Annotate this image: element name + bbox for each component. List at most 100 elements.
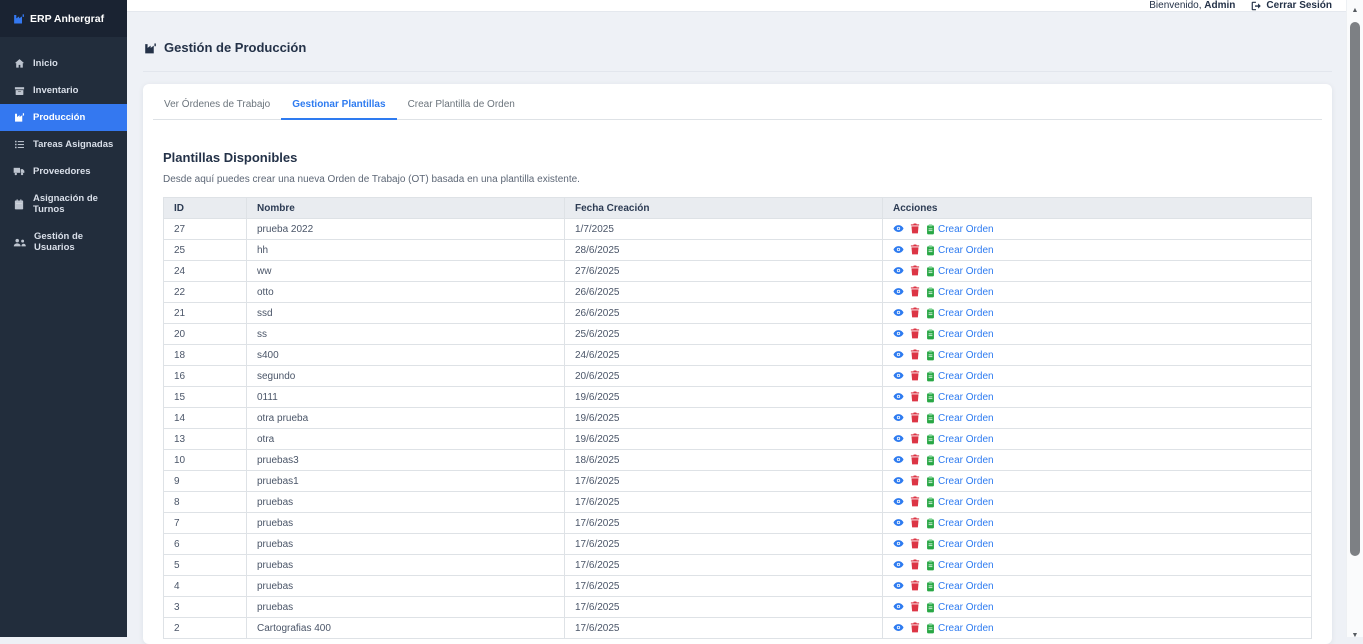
create-order-link[interactable]: Crear Orden	[926, 392, 994, 403]
create-order-link[interactable]: Crear Orden	[926, 266, 994, 277]
view-button[interactable]	[893, 432, 904, 447]
view-button[interactable]	[893, 306, 904, 321]
delete-button[interactable]	[910, 495, 920, 510]
view-button[interactable]	[893, 264, 904, 279]
eye-icon	[893, 453, 904, 468]
view-button[interactable]	[893, 411, 904, 426]
create-order-link[interactable]: Crear Orden	[926, 560, 994, 571]
delete-button[interactable]	[910, 243, 920, 258]
create-order-link[interactable]: Crear Orden	[926, 224, 994, 235]
delete-button[interactable]	[910, 390, 920, 405]
delete-button[interactable]	[910, 348, 920, 363]
sidebar-item-inicio[interactable]: Inicio	[0, 50, 127, 77]
sidebar-item-gestion-de-usuarios[interactable]: Gestión de Usuarios	[0, 223, 127, 261]
view-button[interactable]	[893, 558, 904, 573]
username: Admin	[1204, 0, 1235, 11]
create-order-link[interactable]: Crear Orden	[926, 371, 994, 382]
create-order-link[interactable]: Crear Orden	[926, 497, 994, 508]
cell-acciones: Crear Orden	[883, 450, 1312, 471]
tab-gestionar-plantillas[interactable]: Gestionar Plantillas	[281, 95, 396, 120]
view-button[interactable]	[893, 243, 904, 258]
create-order-link[interactable]: Crear Orden	[926, 350, 994, 361]
delete-button[interactable]	[910, 516, 920, 531]
create-order-link[interactable]: Crear Orden	[926, 455, 994, 466]
cell-nombre: hh	[247, 240, 565, 261]
delete-button[interactable]	[910, 600, 920, 615]
sidebar-item-proveedores[interactable]: Proveedores	[0, 158, 127, 185]
create-order-label: Crear Orden	[938, 539, 994, 550]
view-button[interactable]	[893, 390, 904, 405]
scrollbar[interactable]: ▲ ▼	[1346, 0, 1363, 637]
view-button[interactable]	[893, 516, 904, 531]
scroll-up-arrow[interactable]: ▲	[1347, 3, 1363, 17]
delete-button[interactable]	[910, 222, 920, 237]
delete-button[interactable]	[910, 558, 920, 573]
delete-button[interactable]	[910, 474, 920, 489]
scroll-down-arrow[interactable]: ▼	[1347, 628, 1363, 642]
create-order-link[interactable]: Crear Orden	[926, 518, 994, 529]
sidebar-item-asignacion-de-turnos[interactable]: Asignación de Turnos	[0, 185, 127, 223]
clipboard-icon	[926, 245, 935, 256]
create-order-link[interactable]: Crear Orden	[926, 539, 994, 550]
view-button[interactable]	[893, 579, 904, 594]
tab-crear-plantilla-de-orden[interactable]: Crear Plantilla de Orden	[397, 95, 526, 119]
trash-icon	[910, 537, 920, 552]
trash-icon	[910, 621, 920, 636]
logout-button[interactable]: Cerrar Sesión	[1251, 0, 1332, 11]
view-button[interactable]	[893, 495, 904, 510]
create-order-link[interactable]: Crear Orden	[926, 245, 994, 256]
view-button[interactable]	[893, 474, 904, 489]
view-button[interactable]	[893, 453, 904, 468]
clipboard-icon	[926, 497, 935, 508]
view-button[interactable]	[893, 537, 904, 552]
eye-icon	[893, 348, 904, 363]
brand[interactable]: ERP Anhergraf	[0, 0, 127, 37]
create-order-link[interactable]: Crear Orden	[926, 476, 994, 487]
delete-button[interactable]	[910, 432, 920, 447]
delete-button[interactable]	[910, 579, 920, 594]
create-order-label: Crear Orden	[938, 581, 994, 592]
scrollbar-thumb[interactable]	[1350, 22, 1360, 556]
delete-button[interactable]	[910, 621, 920, 636]
create-order-link[interactable]: Crear Orden	[926, 623, 994, 634]
view-button[interactable]	[893, 600, 904, 615]
view-button[interactable]	[893, 621, 904, 636]
delete-button[interactable]	[910, 369, 920, 384]
create-order-link[interactable]: Crear Orden	[926, 602, 994, 613]
view-button[interactable]	[893, 327, 904, 342]
delete-button[interactable]	[910, 411, 920, 426]
create-order-link[interactable]: Crear Orden	[926, 413, 994, 424]
delete-button[interactable]	[910, 264, 920, 279]
cell-nombre: otra prueba	[247, 408, 565, 429]
cell-acciones: Crear Orden	[883, 408, 1312, 429]
sidebar-item-tareas-asignadas[interactable]: Tareas Asignadas	[0, 131, 127, 158]
create-order-link[interactable]: Crear Orden	[926, 434, 994, 445]
cell-fecha: 17/6/2025	[565, 555, 883, 576]
sidebar-nav: InicioInventarioProducciónTareas Asignad…	[0, 37, 127, 261]
delete-button[interactable]	[910, 306, 920, 321]
cell-acciones: Crear Orden	[883, 387, 1312, 408]
delete-button[interactable]	[910, 327, 920, 342]
clipboard-icon	[926, 434, 935, 445]
view-button[interactable]	[893, 348, 904, 363]
cell-id: 16	[164, 366, 247, 387]
delete-button[interactable]	[910, 537, 920, 552]
create-order-link[interactable]: Crear Orden	[926, 581, 994, 592]
create-order-link[interactable]: Crear Orden	[926, 329, 994, 340]
cell-acciones: Crear Orden	[883, 555, 1312, 576]
app-window: ERP Anhergraf InicioInventarioProducción…	[0, 0, 1363, 637]
cell-nombre: segundo	[247, 366, 565, 387]
delete-button[interactable]	[910, 285, 920, 300]
sidebar-item-inventario[interactable]: Inventario	[0, 77, 127, 104]
cell-nombre: ss	[247, 324, 565, 345]
create-order-link[interactable]: Crear Orden	[926, 287, 994, 298]
view-button[interactable]	[893, 369, 904, 384]
cell-nombre: Cartografias 400	[247, 618, 565, 639]
eye-icon	[893, 558, 904, 573]
delete-button[interactable]	[910, 453, 920, 468]
view-button[interactable]	[893, 285, 904, 300]
view-button[interactable]	[893, 222, 904, 237]
tab-ver-ordenes-de-trabajo[interactable]: Ver Órdenes de Trabajo	[153, 95, 281, 119]
create-order-link[interactable]: Crear Orden	[926, 308, 994, 319]
sidebar-item-produccion[interactable]: Producción	[0, 104, 127, 131]
